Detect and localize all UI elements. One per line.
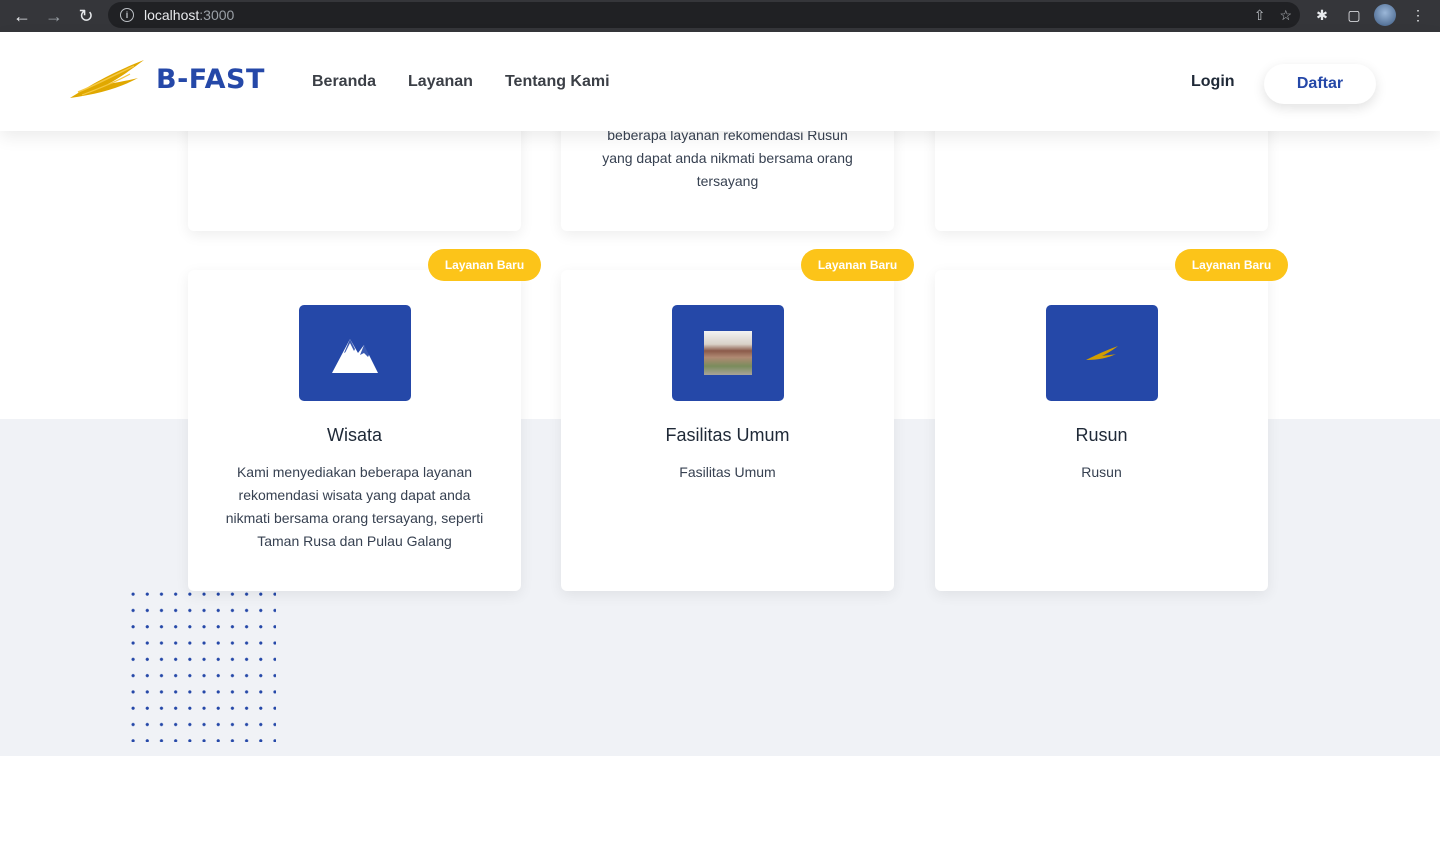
site-info-icon[interactable]: i <box>120 8 134 22</box>
dot-pattern-decoration <box>126 586 276 742</box>
service-description: Kami menyediakan beberapa layanan rekome… <box>225 464 484 549</box>
forward-icon[interactable]: → <box>38 2 70 30</box>
eagle-logo-icon <box>70 60 144 98</box>
service-description: Rusun <box>1081 464 1122 480</box>
address-url: localhost:3000 <box>144 7 234 23</box>
menu-kebab-icon[interactable]: ⋮ <box>1407 4 1429 26</box>
register-button[interactable]: Daftar <box>1264 64 1376 104</box>
service-title: Wisata <box>326 425 382 445</box>
service-description: Fasilitas Umum <box>679 464 776 480</box>
mountain-icon <box>332 339 378 373</box>
new-service-badge: Layanan Baru <box>1175 249 1288 281</box>
brand-name: B-FAST <box>156 63 265 95</box>
reload-icon[interactable]: ↻ <box>70 2 102 30</box>
url-host: localhost <box>144 7 200 23</box>
side-panel-icon[interactable]: ▢ <box>1343 4 1365 26</box>
service-title: Rusun <box>1075 425 1128 445</box>
nav-beranda[interactable]: Beranda <box>312 73 376 91</box>
building-photo <box>704 331 752 375</box>
bookmark-star-icon[interactable]: ☆ <box>1279 7 1292 24</box>
main-nav: Beranda Layanan Tentang Kami <box>312 73 610 91</box>
extensions-icon[interactable]: ✱ <box>1311 4 1333 26</box>
service-title: Fasilitas Umum <box>665 425 790 445</box>
brand-logo[interactable]: B-FAST <box>68 58 265 100</box>
nav-tentang-kami[interactable]: Tentang Kami <box>505 73 610 91</box>
service-icon-box <box>299 305 411 401</box>
browser-toolbar: ← → ↻ i localhost:3000 ⇧ ☆ ✱ ▢ ⋮ <box>0 0 1440 32</box>
service-card-fasilitas-umum[interactable]: Fasilitas Umum Fasilitas Umum <box>561 270 894 591</box>
eagle-logo-icon <box>1086 346 1118 360</box>
back-icon[interactable]: ← <box>6 2 38 30</box>
service-icon-box <box>1046 305 1158 401</box>
login-link[interactable]: Login <box>1191 73 1235 91</box>
nav-layanan[interactable]: Layanan <box>408 73 473 91</box>
card-description: beberapa layanan rekomendasi Rusun yang … <box>602 127 853 189</box>
new-service-badge: Layanan Baru <box>801 249 914 281</box>
profile-avatar[interactable] <box>1374 4 1396 26</box>
share-icon[interactable]: ⇧ <box>1254 7 1266 24</box>
service-card-wisata[interactable]: Wisata Kami menyediakan beberapa layanan… <box>188 270 521 591</box>
url-port: :3000 <box>199 7 235 23</box>
address-bar[interactable]: i localhost:3000 ⇧ ☆ <box>108 2 1300 28</box>
new-service-badge: Layanan Baru <box>428 249 541 281</box>
service-card-rusun[interactable]: Rusun Rusun <box>935 270 1268 591</box>
site-header: B-FAST Beranda Layanan Tentang Kami Logi… <box>0 32 1440 131</box>
service-icon-box <box>672 305 784 401</box>
